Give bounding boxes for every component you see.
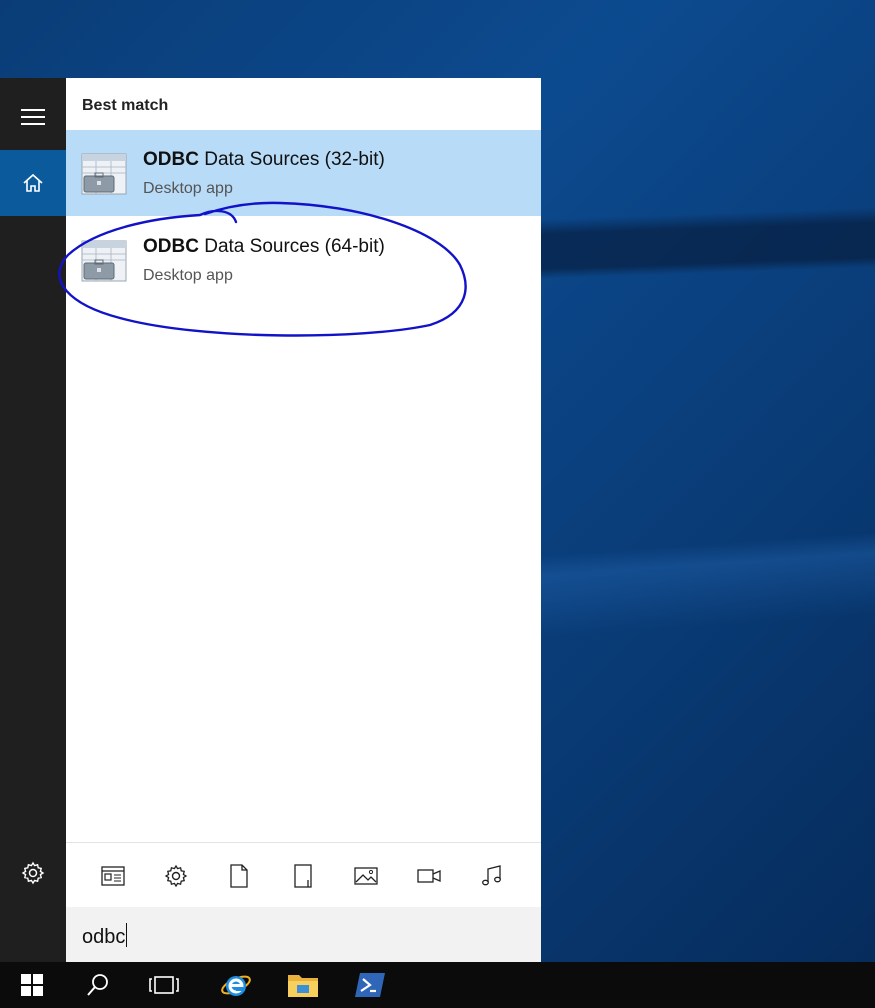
section-title-best-match: Best match [82, 97, 169, 114]
result-odbc-64bit[interactable]: ODBC Data Sources (64-bit) Desktop app [66, 217, 541, 303]
internet-explorer-button[interactable] [204, 962, 268, 1008]
result-odbc-32bit[interactable]: ODBC Data Sources (32-bit) Desktop app [66, 130, 541, 216]
start-rail [0, 78, 66, 962]
taskbar [0, 962, 875, 1008]
search-icon [87, 974, 108, 996]
folders-filter-icon [294, 864, 312, 888]
result-subtitle: Desktop app [143, 267, 233, 284]
result-title-match: ODBC [143, 149, 199, 170]
documents-filter-button[interactable] [226, 863, 252, 889]
windows-start-icon [21, 974, 43, 996]
search-panel: Best match ODBC Data Sources (32-bit) De… [66, 78, 541, 962]
powershell-button[interactable] [338, 962, 402, 1008]
task-view-button[interactable] [132, 962, 196, 1008]
home-button[interactable] [0, 150, 66, 216]
hamburger-menu-button[interactable] [0, 84, 66, 150]
search-query: odbc [82, 926, 126, 948]
apps-filter-button[interactable] [100, 863, 126, 889]
music-filter-icon [482, 865, 501, 886]
search-filter-bar [66, 842, 541, 909]
videos-filter-icon [417, 869, 441, 883]
settings-filter-button[interactable] [163, 863, 189, 889]
settings-button[interactable] [0, 840, 66, 906]
result-title-match: ODBC [143, 236, 199, 257]
odbc-app-icon [81, 240, 127, 282]
search-input[interactable]: odbc [82, 923, 128, 949]
file-explorer-button[interactable] [271, 962, 335, 1008]
start-button[interactable] [0, 962, 64, 1008]
internet-explorer-icon [221, 975, 251, 996]
result-title: ODBC Data Sources (32-bit) [143, 149, 385, 171]
settings-filter-icon [164, 864, 188, 888]
result-subtitle: Desktop app [143, 180, 233, 197]
music-filter-button[interactable] [479, 863, 505, 889]
hamburger-menu-icon [21, 109, 45, 125]
settings-gear-icon [21, 861, 45, 885]
videos-filter-button[interactable] [416, 863, 442, 889]
search-box[interactable]: odbc [66, 907, 541, 962]
result-title: ODBC Data Sources (64-bit) [143, 236, 385, 258]
powershell-icon [355, 973, 385, 997]
folders-filter-button[interactable] [290, 863, 316, 889]
odbc-app-icon [81, 153, 127, 195]
task-view-icon [149, 976, 179, 994]
home-icon [23, 173, 43, 192]
documents-filter-icon [230, 864, 248, 888]
photos-filter-button[interactable] [353, 863, 379, 889]
result-title-rest: Data Sources (32-bit) [198, 149, 385, 170]
text-caret [126, 923, 128, 947]
file-explorer-icon [288, 975, 318, 997]
photos-filter-icon [354, 867, 378, 885]
result-title-rest: Data Sources (64-bit) [198, 236, 385, 257]
apps-filter-icon [101, 866, 125, 886]
taskbar-search-button[interactable] [66, 962, 130, 1008]
